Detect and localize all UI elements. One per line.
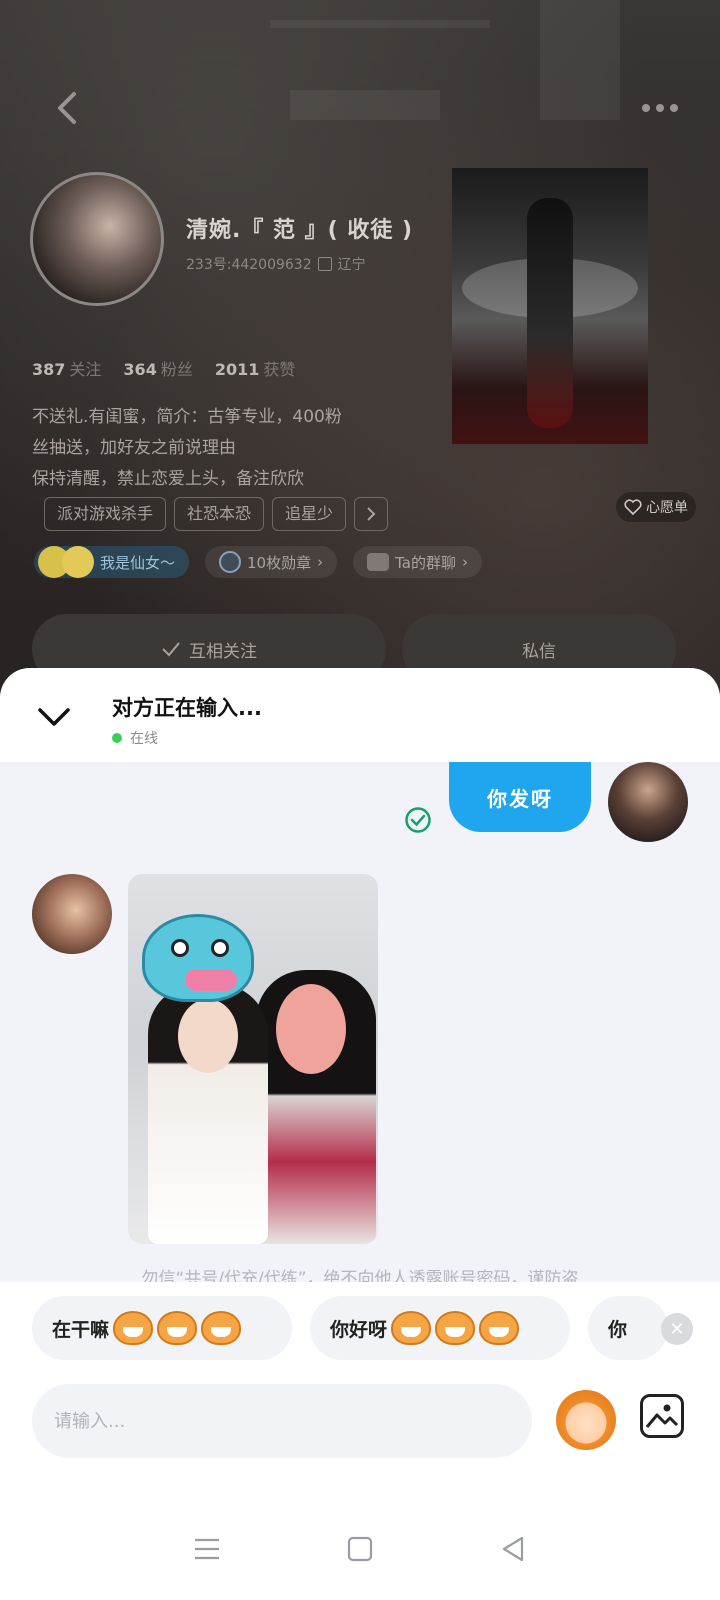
system-nav-bar (0, 1498, 720, 1600)
medals-label: 10枚勋章 (247, 553, 312, 572)
hat-eye (211, 939, 229, 957)
dot (656, 104, 664, 112)
bio-line: 不送礼.有闺蜜，简介：古筝专业，400粉 (32, 407, 342, 427)
image-icon (645, 1404, 679, 1428)
nav-home-button[interactable] (340, 1529, 380, 1569)
profile-stats: 387 关注 364 粉丝 2011 获赞 (32, 356, 295, 380)
decor-shelf (270, 20, 490, 28)
collapse-button[interactable] (36, 702, 72, 730)
my-avatar[interactable] (608, 762, 688, 842)
fairy-badge-label: 我是仙女～ (100, 553, 176, 572)
close-quick-replies-button[interactable]: ✕ (661, 1313, 693, 1345)
chat-header: 对方正在输入... 在线 (0, 668, 720, 762)
online-status-label: 在线 (130, 731, 158, 747)
tag[interactable]: 社恐本恐 (174, 497, 265, 531)
sticker-button[interactable] (556, 1390, 616, 1450)
online-status: 在线 (112, 728, 158, 748)
incoming-photo-message[interactable] (128, 874, 378, 1244)
stat-following[interactable]: 387 关注 (32, 356, 101, 380)
quick-reply-label: 你好呀 (330, 1318, 388, 1341)
nav-menu-button[interactable] (187, 1529, 227, 1569)
outgoing-message[interactable]: 你发呀 (449, 762, 591, 832)
star-eyes-emoji-icon (62, 546, 94, 578)
back-button[interactable] (48, 88, 88, 128)
profile-location: 辽宁 (337, 257, 366, 273)
menu-icon (194, 1538, 219, 1560)
fairy-badge[interactable]: 我是仙女～ (34, 546, 190, 578)
chevron-left-icon (58, 92, 76, 124)
chat-title: 对方正在输入... (112, 696, 262, 720)
read-check-icon (405, 807, 431, 833)
chevron-right-icon (367, 507, 376, 521)
nav-back-button[interactable] (493, 1529, 533, 1569)
dot (670, 104, 678, 112)
fish-hat-sticker (142, 914, 254, 1002)
copy-icon[interactable] (317, 257, 332, 271)
profile-bio: 不送礼.有闺蜜，简介：古筝专业，400粉 丝抽送，加好友之前说理由 保持清醒，禁… (32, 402, 432, 495)
profile-cover-photo[interactable] (452, 168, 648, 444)
check-icon (162, 642, 180, 657)
wishlist-button[interactable]: 心愿单 (616, 492, 696, 522)
close-icon: ✕ (669, 1318, 685, 1340)
profile-id-row: 233号:442009632 辽宁 (186, 254, 366, 274)
heart-icon (624, 499, 642, 515)
bio-line: 保持清醒，禁止恋爱上头，备注欣欣 (32, 469, 304, 489)
cover-photo-figure (527, 198, 573, 428)
grin-sticker-icon (113, 1311, 154, 1345)
profile-badges: 我是仙女～ 10枚勋章 › Ta的群聊 › (34, 546, 482, 578)
chevron-right-icon: › (317, 553, 324, 571)
happy-sticker-icon (479, 1311, 520, 1345)
bio-line: 丝抽送，加好友之前说理由 (32, 438, 236, 458)
online-dot-icon (112, 733, 122, 743)
group-chat-label: Ta的群聊 (395, 553, 456, 572)
quick-reply-label: 在干嘛 (52, 1318, 110, 1341)
quick-reply-chip[interactable]: 你 (588, 1296, 668, 1360)
profile-avatar[interactable] (30, 172, 164, 306)
tag[interactable]: 追星少 (272, 497, 347, 531)
mutual-follow-label: 互相关注 (189, 641, 257, 662)
medals-badge[interactable]: 10枚勋章 › (205, 546, 338, 578)
contact-avatar[interactable] (32, 874, 112, 954)
medal-icon (219, 551, 242, 573)
message-input[interactable] (32, 1384, 532, 1458)
profile-id: 233号:442009632 (186, 257, 312, 273)
grin-sticker-icon (201, 1311, 242, 1345)
quick-reply-chip[interactable]: 在干嘛 (32, 1296, 292, 1360)
wishlist-label: 心愿单 (646, 500, 688, 516)
photo-face (178, 999, 238, 1073)
grin-sticker-icon (157, 1311, 198, 1345)
decor-shelf (290, 90, 440, 120)
photo-blurred-face (276, 984, 346, 1074)
more-options-button[interactable] (636, 96, 684, 120)
stat-followers[interactable]: 364 粉丝 (123, 356, 192, 380)
hat-eye (171, 939, 189, 957)
tags-more-button[interactable] (354, 497, 389, 531)
group-chat-badge[interactable]: Ta的群聊 › (353, 546, 482, 578)
stat-likes: 2011 获赞 (214, 360, 296, 379)
profile-tags: 派对游戏杀手 社恐本恐 追星少 (44, 497, 389, 531)
image-button[interactable] (640, 1394, 684, 1438)
quick-reply-chip[interactable]: 你好呀 (310, 1296, 570, 1360)
hat-mouth (185, 969, 237, 991)
dot (642, 104, 650, 112)
home-square-icon (347, 1536, 373, 1562)
chevron-right-icon: › (461, 553, 468, 571)
happy-sticker-icon (391, 1311, 432, 1345)
chat-bubble-icon (367, 553, 390, 571)
quick-reply-bar: 在干嘛 你好呀 你 ✕ (0, 1282, 720, 1380)
profile-nickname: 清婉.『 范 』( 收徒 ) (186, 218, 414, 243)
safety-notice: 勿信“共号/代充/代练”，绝不向他人透露账号密码，谨防盗 (141, 1269, 579, 1284)
happy-sticker-icon (435, 1311, 476, 1345)
decor-window (540, 0, 620, 120)
chat-sheet: 对方正在输入... 在线 你发呀 勿信“共号/代充/代练”，绝不向他人透露账号密… (0, 668, 720, 1600)
private-message-label: 私信 (522, 641, 556, 662)
chevron-down-icon (38, 708, 70, 726)
tag[interactable]: 派对游戏杀手 (44, 497, 167, 531)
back-triangle-icon (503, 1536, 524, 1562)
quick-reply-label: 你 (608, 1318, 628, 1341)
